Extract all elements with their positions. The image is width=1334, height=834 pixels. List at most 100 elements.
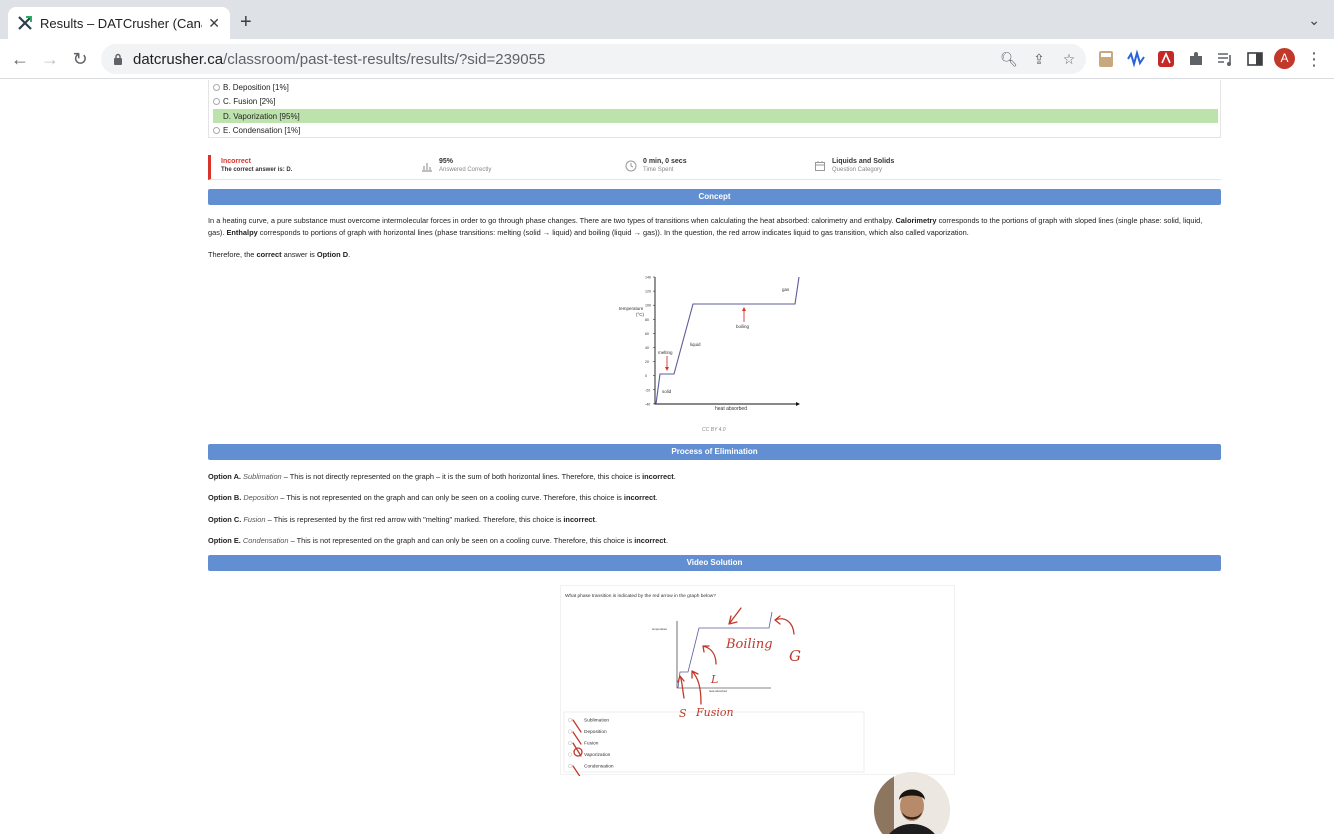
video-option-radio-icon	[567, 740, 573, 746]
result-status: Incorrect	[221, 158, 251, 165]
answer-option[interactable]: C. Fusion [2%]	[213, 95, 1218, 109]
new-tab-button[interactable]: +	[240, 10, 252, 34]
pdf-extension-icon[interactable]	[1156, 49, 1176, 69]
conclusion-correct: correct	[256, 250, 282, 259]
graph-label-melting: melting	[658, 350, 673, 355]
graph-ytick: 20	[645, 360, 649, 364]
waveform-extension-icon[interactable]	[1126, 49, 1146, 69]
graph-ytick: 120	[645, 290, 651, 294]
graph-yticks: 140 120 100 80 60 40 20 0 -20 -40	[645, 276, 655, 406]
elimination-text: – This is not represented on the graph a…	[288, 536, 635, 545]
video-graph-axes	[676, 621, 771, 689]
video-option-label: Fusion	[584, 741, 599, 747]
graph-yunit: (°C)	[636, 312, 645, 317]
result-stats: Incorrect The correct answer is: D. 95% …	[208, 155, 1221, 180]
graph-x-arrow	[796, 402, 800, 406]
elimination-header: Process of Elimination	[208, 444, 1221, 460]
elimination-end: .	[665, 536, 668, 545]
answer-option-label: B. Deposition [1%]	[223, 82, 289, 92]
answer-option-label: D. Vaporization [95%]	[223, 111, 300, 121]
side-panel-icon[interactable]	[1245, 49, 1265, 69]
tab-close-icon[interactable]: ✕	[208, 15, 220, 32]
elimination-item: Option C. Fusion – This is represented b…	[208, 514, 1218, 526]
video-option-label: Sublimation	[584, 718, 609, 724]
clock-icon	[625, 160, 637, 172]
graph-ytick: 140	[645, 276, 651, 280]
video-option-label: Deposition	[584, 729, 607, 735]
reload-icon[interactable]: ↻	[68, 47, 92, 71]
calculator-extension-icon[interactable]	[1096, 49, 1116, 69]
answer-option-label: C. Fusion [2%]	[223, 97, 276, 106]
browser-menu-icon[interactable]: ⋮	[1302, 47, 1326, 71]
elimination-text: – This is not represented on the graph a…	[278, 493, 624, 502]
elimination-end: .	[673, 472, 676, 481]
answer-option[interactable]: B. Deposition [1%]	[213, 80, 1218, 94]
browser-tab[interactable]: Results – DATCrusher (Canadia ✕	[8, 7, 230, 39]
elimination-verdict: incorrect	[634, 536, 666, 545]
video-option-label: Vaporization	[584, 752, 611, 758]
video-player[interactable]: What phase transition is indicated by th…	[560, 585, 955, 779]
graph-xlabel: heat absorbed	[715, 406, 747, 412]
extensions-puzzle-icon[interactable]	[1186, 49, 1206, 69]
back-arrow-icon[interactable]: ←	[8, 47, 32, 71]
elimination-text: – This is represented by the first red a…	[265, 515, 564, 524]
reading-list-icon[interactable]	[1215, 49, 1235, 69]
browser-toolbar: ← → ↻ datcrusher.ca/classroom/past-test-…	[0, 39, 1334, 79]
percent-label: Answered Correctly	[439, 167, 492, 173]
answer-option[interactable]: D. Vaporization [95%]	[213, 109, 1218, 123]
video-ink-annotations	[572, 607, 795, 779]
radio-icon[interactable]	[213, 83, 220, 91]
forward-arrow-icon[interactable]: →	[38, 47, 62, 71]
video-options: Sublimation Deposition Fusion Vaporization C…	[567, 718, 614, 770]
answer-option[interactable]: E. Condensation [1%]	[213, 124, 1218, 138]
address-bar[interactable]: datcrusher.ca/classroom/past-test-result…	[101, 44, 1086, 74]
url-host: datcrusher.ca	[133, 50, 224, 68]
elimination-item: Option E. Condensation – This is not rep…	[208, 535, 1218, 547]
elimination-item: Option B. Deposition – This is not repre…	[208, 492, 1218, 504]
elimination-verdict: incorrect	[642, 472, 674, 481]
answer-option-label: E. Condensation [1%]	[223, 126, 301, 135]
zoom-icon[interactable]: 🔍︎	[1000, 50, 1018, 68]
bar-chart-icon	[422, 163, 432, 172]
video-question: What phase transition is indicated by th…	[565, 593, 716, 599]
ink-arrow-gas	[774, 615, 795, 635]
category-stat: Liquids and Solids Question Category	[815, 158, 894, 173]
ink-arrow-solid	[677, 675, 685, 699]
conclusion-text-e: .	[348, 250, 351, 259]
datcrusher-favicon-icon	[18, 16, 32, 30]
elimination-name: Deposition	[243, 493, 279, 502]
elimination-name: Sublimation	[243, 472, 282, 481]
graph-melting-arrowhead	[665, 367, 669, 371]
conclusion-text-a: Therefore, the	[208, 250, 257, 259]
tab-title: Results – DATCrusher (Canadia	[40, 15, 202, 31]
lock-icon	[114, 53, 122, 65]
result-stat: Incorrect The correct answer is: D.	[221, 158, 292, 173]
concept-paragraph: In a heating curve, a pure substance mus…	[208, 215, 1218, 238]
ink-label-g: G	[789, 647, 801, 665]
video-graph-ylabel: temperature	[652, 627, 668, 631]
elimination-text: – This is not directly represented on th…	[281, 472, 643, 481]
url-path: /classroom/past-test-results/results/?si…	[223, 50, 546, 68]
time-spent: 0 min, 0 secs	[643, 158, 687, 165]
radio-icon[interactable]	[213, 127, 220, 134]
video-solution-header: Video Solution	[208, 555, 1221, 571]
graph-boiling-arrowhead	[742, 307, 746, 311]
graph-label-boiling: boiling	[736, 324, 750, 329]
elimination-opt: Option A.	[208, 472, 241, 481]
radio-icon[interactable]	[213, 98, 220, 105]
browser-tabbar: Results – DATCrusher (Canadia ✕ + ⌄	[0, 0, 1334, 39]
graph-ytick: 0	[645, 374, 647, 378]
bookmark-star-icon[interactable]: ☆	[1060, 50, 1078, 68]
graph-label-liquid: liquid	[690, 342, 701, 347]
time-stat: 0 min, 0 secs Time Spent	[625, 158, 687, 173]
tab-search-chevron-icon[interactable]: ⌄	[1308, 12, 1320, 29]
video-option-label: Condensation	[584, 764, 614, 770]
elimination-verdict: incorrect	[623, 493, 656, 502]
elimination-end: .	[595, 515, 598, 524]
elimination-opt: Option E.	[208, 536, 241, 545]
calendar-icon	[815, 161, 825, 171]
concept-header: Concept	[208, 189, 1221, 205]
profile-avatar[interactable]: A	[1274, 48, 1295, 69]
share-icon[interactable]: ⇪	[1030, 50, 1048, 68]
percent-stat: 95% Answered Correctly	[422, 158, 492, 173]
